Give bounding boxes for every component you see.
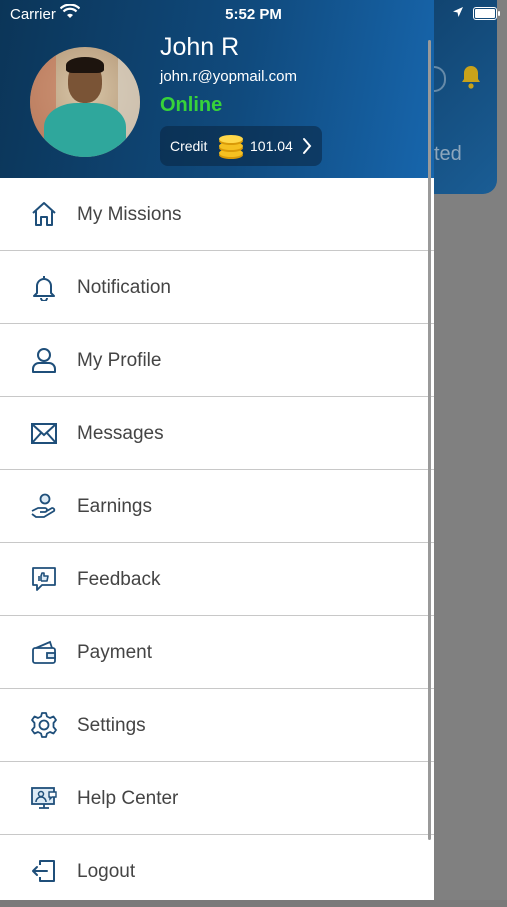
menu-item-label: Messages bbox=[77, 423, 164, 444]
menu-item-label: Logout bbox=[77, 861, 136, 882]
background-partial-text: ted bbox=[434, 143, 462, 165]
hand-coin-icon bbox=[31, 493, 56, 518]
credit-button[interactable]: Credit 101.04 bbox=[160, 126, 322, 166]
menu-item-messages[interactable]: Messages bbox=[0, 397, 434, 470]
location-arrow-icon bbox=[453, 7, 463, 17]
profile-email: john.r@yopmail.com bbox=[160, 68, 297, 85]
profile-name: John R bbox=[160, 33, 240, 61]
menu-item-payment[interactable]: Payment bbox=[0, 616, 434, 689]
menu-item-earnings[interactable]: Earnings bbox=[0, 470, 434, 543]
feedback-icon bbox=[32, 567, 56, 591]
menu-item-feedback[interactable]: Feedback bbox=[0, 543, 434, 616]
menu-item-settings[interactable]: Settings bbox=[0, 689, 434, 762]
menu-item-logout[interactable]: Logout bbox=[0, 835, 434, 907]
drawer-scrollbar[interactable] bbox=[428, 40, 431, 840]
menu-item-label: Payment bbox=[77, 642, 152, 663]
avatar[interactable] bbox=[30, 47, 140, 157]
menu-item-label: Settings bbox=[77, 715, 146, 736]
menu-item-my-missions[interactable]: My Missions bbox=[0, 178, 434, 251]
menu-item-label: Notification bbox=[77, 277, 171, 298]
user-icon bbox=[32, 348, 56, 373]
menu-item-label: My Missions bbox=[77, 204, 182, 225]
battery-icon bbox=[473, 7, 500, 20]
menu-item-label: Help Center bbox=[77, 788, 179, 809]
chevron-right-icon bbox=[303, 138, 312, 154]
credit-amount: 101.04 bbox=[250, 138, 293, 154]
status-time: 5:52 PM bbox=[225, 6, 282, 23]
bell-icon bbox=[33, 276, 55, 301]
menu-item-my-profile[interactable]: My Profile bbox=[0, 324, 434, 397]
status-bar: Carrier 5:52 PM bbox=[0, 0, 507, 28]
logout-icon bbox=[32, 860, 55, 882]
online-status: Online bbox=[160, 94, 223, 116]
menu-list: My Missions Notification My Profile Mess… bbox=[0, 178, 434, 907]
bell-icon[interactable] bbox=[459, 64, 483, 90]
menu-item-notification[interactable]: Notification bbox=[0, 251, 434, 324]
home-icon bbox=[32, 202, 56, 226]
envelope-icon bbox=[31, 423, 57, 444]
menu-item-label: Feedback bbox=[77, 569, 161, 590]
menu-item-help-center[interactable]: Help Center bbox=[0, 762, 434, 835]
coins-icon bbox=[219, 135, 243, 159]
help-center-icon bbox=[31, 787, 57, 809]
credit-label: Credit bbox=[170, 138, 208, 154]
menu-item-label: Earnings bbox=[77, 496, 152, 517]
side-drawer: John R john.r@yopmail.com Online Credit … bbox=[0, 0, 434, 900]
gear-icon bbox=[31, 712, 57, 738]
wallet-icon bbox=[32, 640, 56, 664]
menu-item-label: My Profile bbox=[77, 350, 162, 371]
